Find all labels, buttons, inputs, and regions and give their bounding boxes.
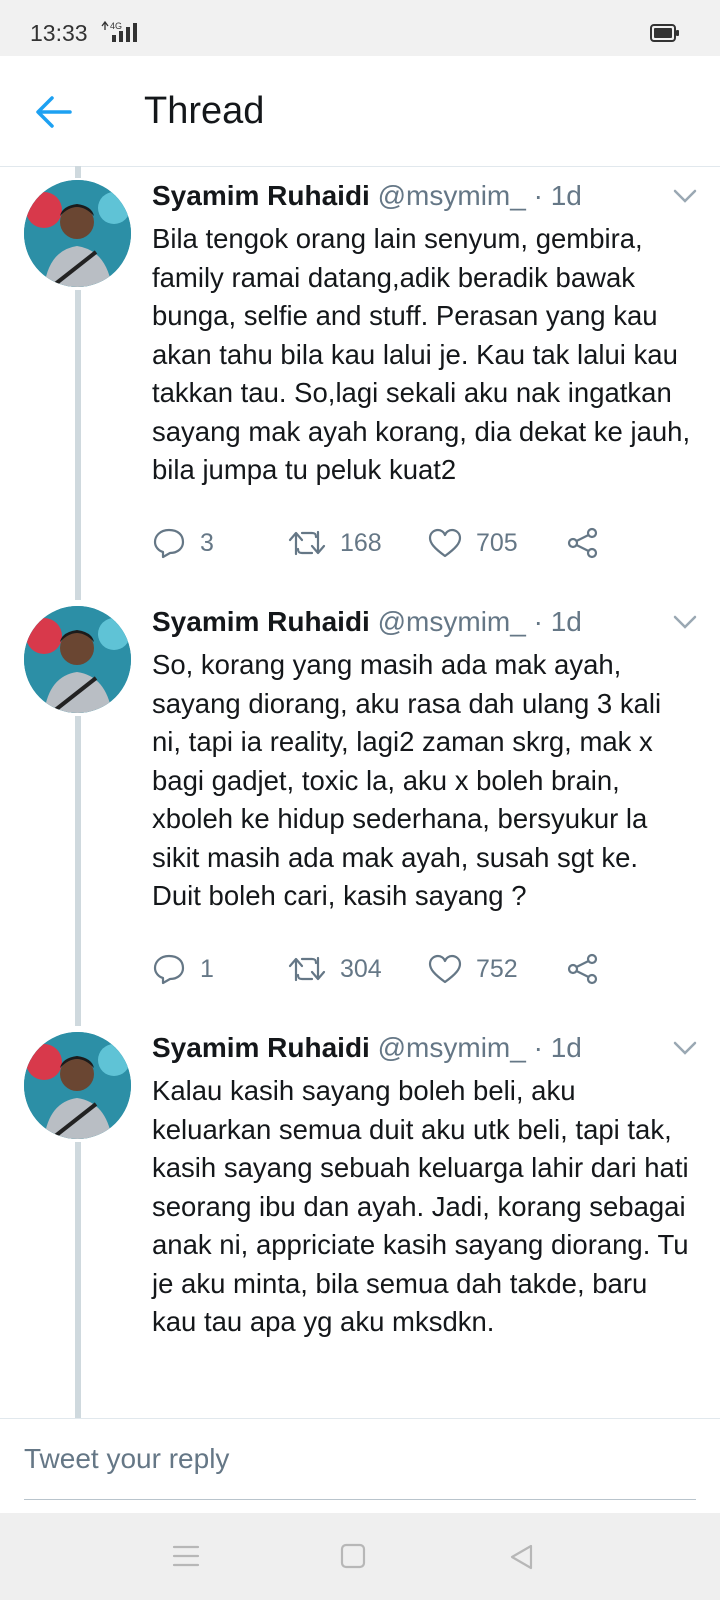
- reply-icon: [153, 954, 185, 985]
- tweet-text: Bila tengok orang lain senyum, gembira, …: [152, 223, 691, 485]
- avatar-image: [24, 180, 131, 287]
- tweet-actions: 1 304 752: [152, 949, 622, 989]
- reply-button[interactable]: 3: [152, 523, 214, 563]
- back-arrow-icon[interactable]: [34, 94, 74, 130]
- author-name[interactable]: Syamim Ruhaidi: [152, 180, 370, 211]
- tweet-header: Syamim Ruhaidi @msymim_ · 1d: [152, 1032, 582, 1064]
- chevron-down-icon[interactable]: [672, 614, 698, 630]
- chevron-down-icon[interactable]: [672, 188, 698, 204]
- avatar-image: [24, 1032, 131, 1139]
- status-time: 13:33: [30, 20, 88, 46]
- tweet[interactable]: Syamim Ruhaidi @msymim_ · 1d So, korang …: [0, 592, 720, 1022]
- share-button[interactable]: [566, 949, 600, 989]
- retweet-button[interactable]: 168: [288, 523, 382, 563]
- reply-button[interactable]: 1: [152, 949, 214, 989]
- app-bar: Thread: [0, 56, 720, 167]
- tweet-actions: 3 168 705: [152, 523, 622, 563]
- tweet-text: So, korang yang masih ada mak ayah, saya…: [152, 649, 662, 911]
- nav-menu-icon[interactable]: [172, 1543, 200, 1569]
- tweet-header: Syamim Ruhaidi @msymim_ · 1d: [152, 180, 582, 212]
- reply-icon: [153, 528, 185, 559]
- signal-icon: 4G: [101, 20, 137, 42]
- avatar[interactable]: [24, 1032, 131, 1139]
- like-button[interactable]: 705: [428, 523, 518, 563]
- retweet-icon: [288, 530, 326, 556]
- retweet-button[interactable]: 304: [288, 949, 382, 989]
- like-button[interactable]: 752: [428, 949, 518, 989]
- tweet-text: Kalau kasih sayang boleh beli, aku kelua…: [152, 1075, 689, 1337]
- retweet-icon: [288, 956, 326, 982]
- author-handle: @msymim_ · 1d: [377, 606, 582, 637]
- retweet-count: 168: [340, 528, 382, 557]
- nav-back-icon[interactable]: [508, 1543, 534, 1571]
- tweet[interactable]: Syamim Ruhaidi @msymim_ · 1d Kalau kasih…: [0, 1018, 720, 1418]
- chevron-down-icon[interactable]: [672, 1040, 698, 1056]
- avatar-image: [24, 606, 131, 713]
- like-icon: [428, 528, 462, 558]
- battery-icon: [650, 24, 679, 42]
- nav-home-icon[interactable]: [340, 1543, 366, 1569]
- reply-count: 1: [200, 954, 214, 983]
- share-icon: [567, 953, 598, 985]
- like-count: 752: [476, 954, 518, 983]
- like-icon: [428, 954, 462, 984]
- share-button[interactable]: [566, 523, 600, 563]
- author-handle: @msymim_ · 1d: [377, 1032, 582, 1063]
- status-bar: 13:33 4G: [0, 0, 720, 56]
- tweet-header: Syamim Ruhaidi @msymim_ · 1d: [152, 606, 582, 638]
- author-name[interactable]: Syamim Ruhaidi: [152, 606, 370, 637]
- reply-input[interactable]: [24, 1419, 696, 1500]
- reply-composer: [0, 1418, 720, 1514]
- page-title: Thread: [144, 90, 265, 132]
- system-nav-bar: [0, 1513, 720, 1600]
- author-name[interactable]: Syamim Ruhaidi: [152, 1032, 370, 1063]
- like-count: 705: [476, 528, 518, 557]
- reply-count: 3: [200, 528, 214, 557]
- network-type: 4G: [110, 21, 122, 31]
- author-handle: @msymim_ · 1d: [377, 180, 582, 211]
- share-icon: [567, 527, 598, 559]
- avatar[interactable]: [24, 180, 131, 287]
- avatar[interactable]: [24, 606, 131, 713]
- tweet[interactable]: Syamim Ruhaidi @msymim_ · 1d Bila tengok…: [0, 166, 720, 596]
- retweet-count: 304: [340, 954, 382, 983]
